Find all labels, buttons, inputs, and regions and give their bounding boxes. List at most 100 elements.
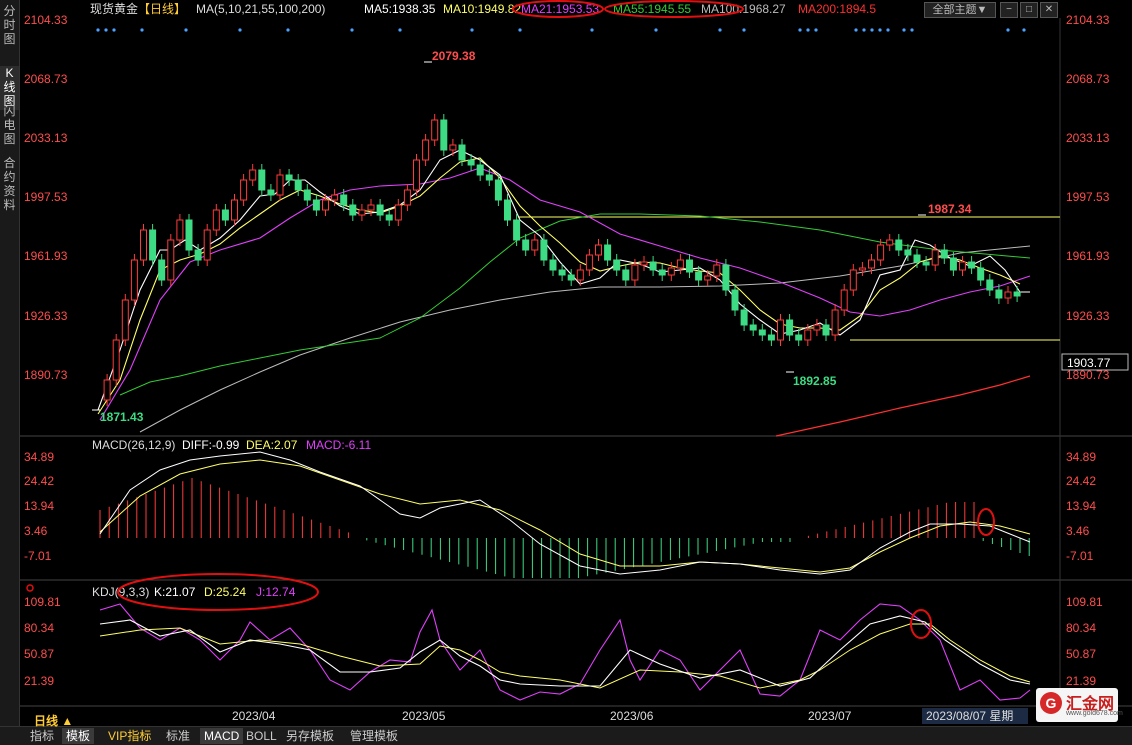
candle-body bbox=[777, 319, 784, 341]
candle-body bbox=[1013, 291, 1021, 297]
candle-body bbox=[522, 239, 530, 251]
candle-body bbox=[285, 174, 293, 181]
tab-timeshare[interactable]: 分时图 bbox=[0, 4, 19, 48]
minimize-icon[interactable]: − bbox=[1000, 2, 1018, 18]
candle-body bbox=[331, 194, 339, 201]
candle-body bbox=[767, 334, 775, 341]
candle-body bbox=[212, 209, 220, 231]
candle-body bbox=[731, 289, 739, 311]
candle-body bbox=[886, 239, 894, 246]
tab-save-template[interactable]: 另存模板 bbox=[282, 728, 338, 744]
candle-body bbox=[704, 275, 712, 281]
candle-body bbox=[922, 261, 930, 266]
candle-body bbox=[130, 259, 138, 301]
candle-body bbox=[968, 261, 976, 269]
svg-text:3.46: 3.46 bbox=[24, 524, 48, 538]
candle-body bbox=[949, 257, 957, 271]
tab-macd[interactable]: MACD bbox=[200, 728, 244, 744]
candle-body bbox=[995, 289, 1003, 299]
candle-body bbox=[713, 264, 721, 277]
tab-standard[interactable]: 标准 bbox=[162, 728, 194, 744]
candle-body bbox=[940, 249, 948, 259]
candle-body bbox=[276, 174, 284, 196]
candle-body bbox=[121, 299, 129, 341]
candle-body bbox=[422, 139, 430, 161]
k-line bbox=[99, 615, 1031, 687]
tab-boll[interactable]: BOLL bbox=[242, 728, 281, 744]
current-price: 1903.77 bbox=[1067, 356, 1111, 370]
svg-text:21.39: 21.39 bbox=[24, 674, 54, 688]
svg-text:13.94: 13.94 bbox=[24, 499, 54, 513]
svg-text:2033.13: 2033.13 bbox=[24, 131, 68, 145]
candle-body bbox=[413, 159, 420, 191]
candle-body bbox=[385, 214, 393, 221]
candle-body bbox=[340, 194, 348, 206]
svg-text:80.34: 80.34 bbox=[1066, 621, 1096, 635]
macd-diff: DIFF:-0.99 bbox=[182, 438, 240, 452]
candle-body bbox=[840, 289, 848, 311]
kdj-settings-icon[interactable] bbox=[26, 584, 34, 592]
candle-body bbox=[504, 199, 511, 221]
ma200-value: MA200:1894.5 bbox=[798, 2, 876, 16]
tab-flash[interactable]: 闪电图 bbox=[0, 104, 19, 148]
candle-body bbox=[858, 267, 866, 271]
candle-body bbox=[431, 119, 439, 141]
ma5-value: MA5:1938.35 bbox=[364, 2, 436, 16]
candle-body bbox=[476, 164, 484, 176]
tab-template[interactable]: 模板 bbox=[62, 728, 95, 744]
close-icon[interactable]: ✕ bbox=[1040, 2, 1058, 18]
candle-body bbox=[549, 259, 557, 271]
annotation-low-mid: 1892.85 bbox=[793, 374, 837, 388]
candle-body bbox=[877, 244, 885, 261]
tab-indicator[interactable]: 指标 bbox=[26, 728, 58, 744]
candle-body bbox=[103, 379, 111, 401]
tab-vip-indicator[interactable]: VIP指标 bbox=[104, 728, 155, 744]
candle-body bbox=[795, 334, 803, 341]
ma10-line bbox=[97, 157, 1021, 415]
instrument-title: 现货黄金 bbox=[90, 1, 138, 16]
candle-body bbox=[977, 267, 985, 281]
candle-body bbox=[403, 189, 411, 206]
candle-body bbox=[740, 309, 748, 326]
candle-body bbox=[959, 261, 966, 271]
candle-body bbox=[576, 269, 584, 281]
svg-text:1997.53: 1997.53 bbox=[1066, 190, 1110, 204]
candle-body bbox=[531, 239, 539, 251]
maximize-icon[interactable]: □ bbox=[1020, 2, 1038, 18]
candle-body bbox=[849, 269, 857, 291]
period-selector[interactable]: 日线 ▲ bbox=[30, 713, 77, 729]
svg-text:2023/07: 2023/07 bbox=[808, 709, 852, 723]
svg-text:-7.01: -7.01 bbox=[1066, 549, 1094, 563]
candle-body bbox=[895, 239, 903, 251]
candle-body bbox=[513, 219, 521, 241]
ma-params: MA(5,10,21,55,100,200) bbox=[196, 2, 325, 16]
candle-body bbox=[622, 269, 630, 281]
svg-text:24.42: 24.42 bbox=[1066, 474, 1096, 488]
price-axis-left: 2104.33 2068.73 2033.13 1997.53 1961.93 … bbox=[24, 13, 68, 382]
candle-body bbox=[658, 269, 666, 276]
svg-text:2104.33: 2104.33 bbox=[24, 13, 68, 27]
annotation-high: 2079.38 bbox=[432, 49, 476, 63]
diff-line bbox=[99, 451, 1031, 575]
ma5-line bbox=[97, 149, 1030, 411]
kdj-j: J:12.74 bbox=[256, 585, 296, 599]
candle-body bbox=[322, 199, 329, 211]
candle-body bbox=[758, 329, 766, 336]
tab-manage-template[interactable]: 管理模板 bbox=[346, 728, 402, 744]
candle-body bbox=[440, 119, 448, 151]
candle-body bbox=[649, 261, 657, 271]
candle-body bbox=[831, 309, 839, 336]
theme-dropdown[interactable]: 全部主题▼ bbox=[924, 2, 996, 18]
svg-text:80.34: 80.34 bbox=[24, 621, 54, 635]
annotation-low-left: 1871.43 bbox=[100, 410, 144, 424]
svg-text:50.87: 50.87 bbox=[1066, 647, 1096, 661]
period-label: 【日线】 bbox=[138, 2, 186, 16]
svg-text:2104.33: 2104.33 bbox=[1066, 13, 1110, 27]
candle-body bbox=[467, 159, 475, 166]
highlight-macd-cross bbox=[977, 508, 995, 536]
kline-chart[interactable]: 现货黄金 【日线】 MA(5,10,21,55,100,200) MA5:193… bbox=[20, 0, 1132, 726]
ma21-line bbox=[99, 167, 1031, 421]
candle-body bbox=[485, 174, 493, 181]
tab-contract-info[interactable]: 合约资料 bbox=[0, 156, 19, 214]
svg-text:2033.13: 2033.13 bbox=[1066, 131, 1110, 145]
